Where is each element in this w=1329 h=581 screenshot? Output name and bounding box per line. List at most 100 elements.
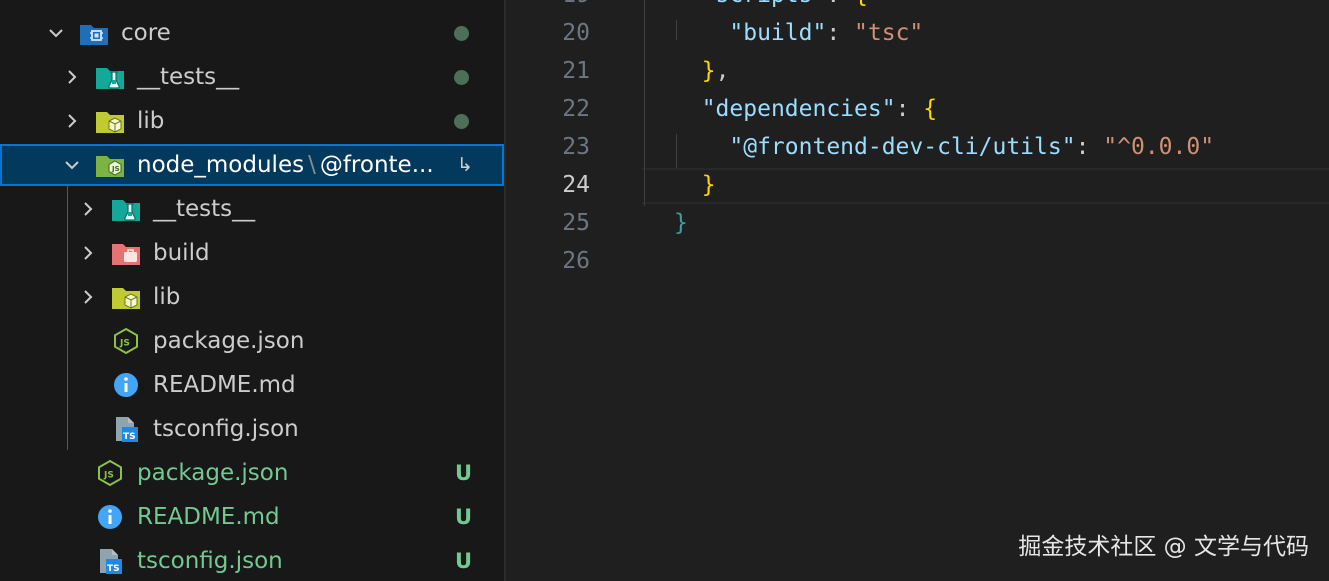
folder-lib-icon: [95, 106, 125, 136]
tree-item-label: build: [153, 240, 210, 266]
chevron-down-icon[interactable]: [45, 22, 67, 44]
info-icon: [95, 502, 125, 532]
line-number: 26: [562, 248, 590, 274]
chevron-right-icon[interactable]: [61, 110, 83, 132]
code-editor[interactable]: 19 "scripts": {20 "build": "tsc"21 },22 …: [506, 0, 1329, 581]
git-modified-dot: [454, 113, 469, 129]
line-number: 22: [562, 96, 590, 122]
line-number: 19: [506, 0, 590, 8]
line-number: 25: [562, 210, 590, 236]
svg-text:TS: TS: [107, 564, 120, 574]
tree-item-label: tsconfig.json: [153, 416, 299, 442]
svg-text:JS: JS: [111, 165, 120, 173]
tree-item-label: node_modules: [137, 152, 305, 178]
chevron-right-icon[interactable]: [77, 198, 99, 220]
code-token: "scripts": [702, 0, 827, 8]
folder-build-icon: [111, 238, 141, 268]
folder-node-icon: JS: [95, 150, 125, 180]
tree-item[interactable]: lib: [0, 100, 504, 142]
tree-item-label: README.md: [153, 372, 296, 398]
folder-core-icon: [79, 18, 109, 48]
tree-item-label: package.json: [153, 328, 305, 354]
tree-item[interactable]: JS package.json U: [0, 452, 504, 494]
code-line[interactable]: "@frontend-dev-cli/utils": "^0.0.0": [674, 134, 1214, 160]
nodejs-icon: JS: [111, 326, 141, 356]
line-number: 21: [562, 58, 590, 84]
chevron-placeholder: [77, 418, 99, 440]
tree-item-label: tsconfig.json: [137, 548, 283, 574]
code-token: "build": [729, 20, 827, 46]
tree-item-label: lib: [153, 284, 181, 310]
code-line[interactable]: },: [674, 58, 730, 84]
chevron-right-icon[interactable]: [77, 242, 99, 264]
git-untracked-badge: U: [455, 505, 473, 529]
code-line[interactable]: }: [674, 172, 716, 198]
code-token: :: [826, 20, 855, 46]
code-token: :: [895, 96, 924, 122]
chevron-placeholder: [61, 506, 83, 528]
svg-text:JS: JS: [103, 471, 114, 481]
indent-guide: [644, 0, 645, 206]
tree-item[interactable]: build: [0, 232, 504, 274]
git-modified-dot: [454, 25, 469, 41]
chevron-placeholder: [61, 462, 83, 484]
tsconfig-icon: TS: [95, 546, 125, 576]
code-line[interactable]: "scripts": {: [674, 0, 868, 8]
tree-item-label-compact: @fronte...: [319, 152, 434, 178]
svg-text:JS: JS: [119, 339, 130, 349]
chevron-placeholder: [77, 330, 99, 352]
tree-item[interactable]: __tests__: [0, 188, 504, 230]
nodejs-icon: JS: [95, 458, 125, 488]
code-token: ,: [715, 58, 730, 84]
code-token: :: [1075, 134, 1104, 160]
chevron-right-icon[interactable]: [61, 66, 83, 88]
tree-item[interactable]: TS tsconfig.json: [0, 408, 504, 450]
symlink-icon: ↳: [457, 154, 473, 176]
code-token: "@frontend-dev-cli/utils": [729, 134, 1076, 160]
tree-item[interactable]: TS tsconfig.json U: [0, 540, 504, 581]
code-token: }: [701, 172, 716, 198]
folder-test-icon: [95, 62, 125, 92]
compact-folder-separator: \: [308, 152, 316, 178]
code-token: "dependencies": [701, 96, 896, 122]
tree-item[interactable]: JS package.json: [0, 320, 504, 362]
line-number: 20: [562, 20, 590, 46]
tree-item-label: lib: [137, 108, 165, 134]
explorer-panel: core __tests__ lib JS node_modules \ @fronte..…: [0, 0, 504, 581]
git-untracked-badge: U: [455, 461, 473, 485]
code-line[interactable]: }: [674, 210, 688, 236]
folder-lib-icon: [111, 282, 141, 312]
tree-item-label: core: [121, 20, 171, 46]
tsconfig-icon: TS: [111, 414, 141, 444]
chevron-placeholder: [77, 374, 99, 396]
code-token: "^0.0.0": [1103, 134, 1215, 160]
tree-item[interactable]: core: [0, 12, 504, 54]
code-line[interactable]: "dependencies": {: [674, 96, 937, 122]
tree-item[interactable]: JS node_modules \ @fronte... ↳: [0, 144, 504, 186]
line-number: 24: [562, 172, 590, 198]
tree-item-label: __tests__: [153, 196, 256, 222]
git-modified-dot: [454, 69, 469, 85]
chevron-right-icon[interactable]: [77, 286, 99, 308]
folder-test-icon: [111, 194, 141, 224]
tree-item-label: __tests__: [137, 64, 240, 90]
tree-item-label: package.json: [137, 460, 289, 486]
tree-item[interactable]: lib: [0, 276, 504, 318]
watermark-text: 掘金技术社区 @ 文学与代码: [1018, 534, 1309, 560]
chevron-placeholder: [61, 550, 83, 572]
tree-item[interactable]: __tests__: [0, 56, 504, 98]
tree-item[interactable]: README.md U: [0, 496, 504, 538]
chevron-down-icon[interactable]: [61, 154, 83, 176]
code-token: :: [826, 0, 854, 8]
tree-item[interactable]: README.md: [0, 364, 504, 406]
line-number: 23: [562, 134, 590, 160]
git-untracked-badge: U: [455, 549, 473, 573]
indent-guide: [676, 20, 677, 40]
code-line[interactable]: "build": "tsc": [674, 20, 923, 46]
